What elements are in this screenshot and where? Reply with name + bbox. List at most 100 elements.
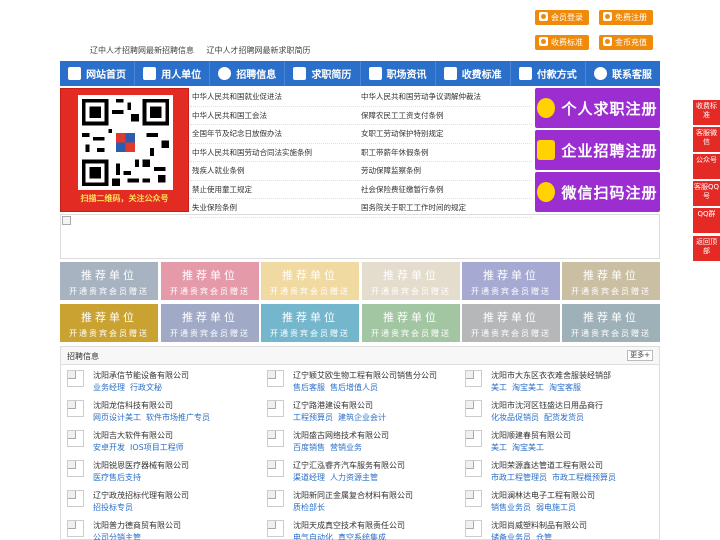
job-position-link[interactable]: 工程预算员 <box>293 413 333 422</box>
company-logo[interactable] <box>465 490 482 507</box>
recommended-unit-tile[interactable]: 推荐单位 开通贵宾会员赠送 <box>261 262 359 300</box>
company-name[interactable]: 辽宁路港建设有限公司 <box>293 400 373 411</box>
company-name[interactable]: 辽宁汇泓睿齐汽车服务有限公司 <box>293 460 405 471</box>
job-position-link[interactable]: 质检部长 <box>293 503 325 512</box>
company-logo[interactable] <box>67 430 84 447</box>
company-logo[interactable] <box>67 370 84 387</box>
job-position-link[interactable]: 仓管 <box>536 533 552 540</box>
law-link[interactable]: 失业保险条例 <box>190 202 361 213</box>
job-position-link[interactable]: 配货发货员 <box>544 413 584 422</box>
company-logo[interactable] <box>67 460 84 477</box>
ad-banner[interactable] <box>60 214 660 259</box>
side-service-wechat[interactable]: 客服微信 <box>693 127 720 152</box>
recommended-unit-tile[interactable]: 推荐单位 开通贵宾会员赠送 <box>462 304 560 342</box>
nav-resumes[interactable]: 求职简历 <box>285 61 361 86</box>
recommended-unit-tile[interactable]: 推荐单位 开通贵宾会员赠送 <box>60 262 158 300</box>
company-logo[interactable] <box>267 520 284 537</box>
member-login-button[interactable]: 会员登录 <box>535 10 589 25</box>
law-link[interactable]: 全国年节及纪念日放假办法 <box>190 128 361 139</box>
fee-standard-button[interactable]: 收费标准 <box>535 35 589 50</box>
coin-recharge-button[interactable]: 金币充值 <box>599 35 653 50</box>
job-position-link[interactable]: 招投标专员 <box>93 503 133 512</box>
recommended-unit-tile[interactable]: 推荐单位 开通贵宾会员赠送 <box>161 262 259 300</box>
company-name[interactable]: 沈阳承信节能设备有限公司 <box>93 370 189 381</box>
job-position-link[interactable]: 储备业务员 <box>491 533 531 540</box>
law-link[interactable]: 中华人民共和国劳动争议调解仲裁法 <box>361 91 532 102</box>
job-position-link[interactable]: 弱电施工员 <box>536 503 576 512</box>
law-link[interactable]: 中华人民共和国就业促进法 <box>190 91 361 102</box>
law-link[interactable]: 保障农民工工资支付条例 <box>361 110 532 121</box>
job-position-link[interactable]: 美工 <box>491 383 507 392</box>
job-position-link[interactable]: 淘宝客服 <box>549 383 581 392</box>
job-position-link[interactable]: 售后客服 <box>293 383 325 392</box>
law-link[interactable]: 劳动保障监察条例 <box>361 165 532 176</box>
job-position-link[interactable]: 真空系统集成 <box>338 533 386 540</box>
job-position-link[interactable]: 公司分销主管 <box>93 533 141 540</box>
company-logo[interactable] <box>465 370 482 387</box>
law-link[interactable]: 中华人民共和国劳动合同法实施条例 <box>190 147 361 158</box>
side-official-account[interactable]: 公众号 <box>693 154 720 179</box>
job-position-link[interactable]: 电气自动化 <box>293 533 333 540</box>
job-position-link[interactable]: 安卓开发 <box>93 443 125 452</box>
nav-home[interactable]: 网站首页 <box>60 61 136 86</box>
company-name[interactable]: 沈阳市大东区衣衣难舍服装经销部 <box>491 370 611 381</box>
nav-service[interactable]: 联系客服 <box>586 61 660 86</box>
company-logo[interactable] <box>67 490 84 507</box>
company-logo[interactable] <box>465 460 482 477</box>
law-link[interactable]: 残疾人就业条例 <box>190 165 361 176</box>
person-register-button[interactable]: 个人求职注册 <box>535 88 660 128</box>
recommended-unit-tile[interactable]: 推荐单位 开通贵宾会员赠送 <box>562 304 660 342</box>
company-logo[interactable] <box>465 430 482 447</box>
company-logo[interactable] <box>67 520 84 537</box>
law-link[interactable]: 社会保险费征缴暂行条例 <box>361 184 532 195</box>
job-position-link[interactable]: 建筑企业会计 <box>338 413 386 422</box>
job-position-link[interactable]: 行政文秘 <box>130 383 162 392</box>
law-link[interactable]: 中华人民共和国工会法 <box>190 110 361 121</box>
job-position-link[interactable]: 销售业务员 <box>491 503 531 512</box>
recommended-unit-tile[interactable]: 推荐单位 开通贵宾会员赠送 <box>562 262 660 300</box>
nav-fees[interactable]: 收费标准 <box>436 61 511 86</box>
job-position-link[interactable]: 医疗售后支持 <box>93 473 141 482</box>
top-link-latest-resumes[interactable]: 辽中人才招聘网最新求职简历 <box>207 46 311 55</box>
company-logo[interactable] <box>67 400 84 417</box>
job-position-link[interactable]: 渠道经理 <box>293 473 325 482</box>
job-position-link[interactable]: 人力资源主管 <box>330 473 378 482</box>
company-name[interactable]: 沈阳荣源鑫达管道工程有限公司 <box>491 460 603 471</box>
law-link[interactable]: 女职工劳动保护特别规定 <box>361 128 532 139</box>
company-logo[interactable] <box>465 400 482 417</box>
company-logo[interactable] <box>267 430 284 447</box>
recommended-unit-tile[interactable]: 推荐单位 开通贵宾会员赠送 <box>261 304 359 342</box>
job-position-link[interactable]: 市政工程概预算员 <box>552 473 616 482</box>
company-name[interactable]: 沈阳尚威塑料制品有限公司 <box>491 520 587 531</box>
company-logo[interactable] <box>267 490 284 507</box>
law-link[interactable]: 职工带薪年休假条例 <box>361 147 532 158</box>
free-register-button[interactable]: 免费注册 <box>599 10 653 25</box>
company-register-button[interactable]: 企业招聘注册 <box>535 130 660 170</box>
job-position-link[interactable]: 美工 <box>491 443 507 452</box>
more-button[interactable]: 更多+ <box>627 350 653 361</box>
recommended-unit-tile[interactable]: 推荐单位 开通贵宾会员赠送 <box>161 304 259 342</box>
side-back-to-top[interactable]: 返回顶部 <box>693 236 720 261</box>
company-name[interactable]: 沈阳龙信科技有限公司 <box>93 400 173 411</box>
company-logo[interactable] <box>267 460 284 477</box>
job-position-link[interactable]: 网页设计美工 <box>93 413 141 422</box>
company-logo[interactable] <box>465 520 482 537</box>
company-name[interactable]: 沈阳吉大软件有限公司 <box>93 430 173 441</box>
recommended-unit-tile[interactable]: 推荐单位 开通贵宾会员赠送 <box>362 304 460 342</box>
recommended-unit-tile[interactable]: 推荐单位 开通贵宾会员赠送 <box>60 304 158 342</box>
nav-news[interactable]: 职场资讯 <box>361 61 436 86</box>
company-name[interactable]: 辽宁政茂招标代理有限公司 <box>93 490 189 501</box>
law-link[interactable]: 国务院关于职工工作时间的规定 <box>361 202 532 213</box>
side-fee-standard[interactable]: 收费标准 <box>693 100 720 125</box>
recommended-unit-tile[interactable]: 推荐单位 开通贵宾会员赠送 <box>362 262 460 300</box>
company-name[interactable]: 沈阳锐恩医疗器械有限公司 <box>93 460 189 471</box>
job-position-link[interactable]: 淘宝美工 <box>512 443 544 452</box>
job-position-link[interactable]: 业务经理 <box>93 383 125 392</box>
company-name[interactable]: 沈阳普力德商贸有限公司 <box>93 520 181 531</box>
job-position-link[interactable]: 淘宝美工 <box>512 383 544 392</box>
company-name[interactable]: 沈阳澜林达电子工程有限公司 <box>491 490 595 501</box>
side-qq-group[interactable]: QQ群 <box>693 208 720 233</box>
company-name[interactable]: 沈阳新同正金属复合材料有限公司 <box>293 490 413 501</box>
company-logo[interactable] <box>267 370 284 387</box>
company-name[interactable]: 沈阳顺建春贸有限公司 <box>491 430 571 441</box>
